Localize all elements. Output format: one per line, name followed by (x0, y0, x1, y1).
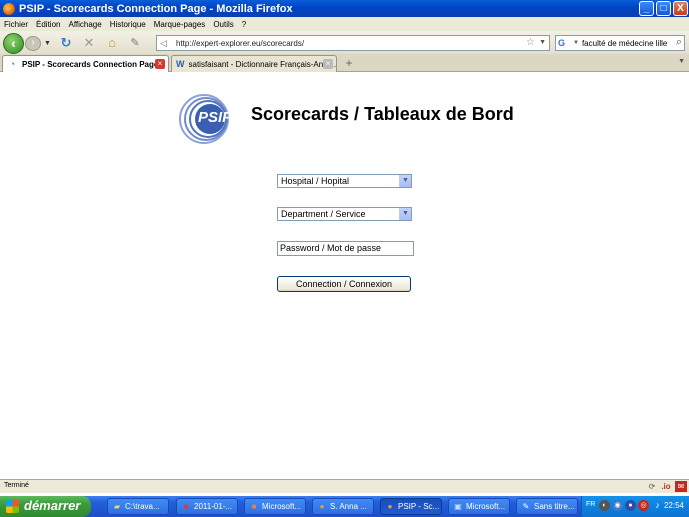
url-dropdown-icon[interactable]: ▼ (539, 39, 546, 46)
close-button[interactable]: X (673, 1, 688, 16)
menu-marque-pages[interactable]: Marque-pages (154, 20, 206, 29)
paint-icon: ✎ (522, 501, 530, 511)
firefox-icon: ● (387, 501, 393, 511)
addon-status-icon[interactable]: ✉ (675, 481, 687, 492)
taskbar-button-active[interactable]: ● PSIP - Sc... (380, 498, 442, 515)
start-button[interactable]: démarrer (0, 496, 91, 517)
back-button[interactable]: ‹ (3, 33, 24, 54)
folder-icon: ▰ (113, 501, 121, 511)
tab-label: satisfaisant - Dictionnaire Français-Ang… (188, 59, 337, 69)
taskbar-button-label[interactable]: C:\trava... (125, 499, 160, 514)
stop-icon[interactable]: ✕ (81, 35, 97, 51)
connection-button[interactable]: Connection / Connexion (277, 276, 411, 292)
taskbar-button-label[interactable]: S. Anna ... (330, 499, 367, 514)
search-engine-icon[interactable]: G (558, 37, 570, 49)
maximize-button[interactable]: □ (656, 1, 671, 16)
taskbar-button[interactable]: ✎ Sans titre... (516, 498, 578, 515)
search-bar[interactable]: G ▼ faculté de médecine lille ⌕ (555, 35, 685, 51)
firefox-icon: ● (319, 501, 325, 511)
url-text[interactable]: http://expert-explorer.eu/scorecards/ (176, 39, 304, 48)
password-field[interactable]: Password / Mot de passe (277, 241, 414, 256)
menu-historique[interactable]: Historique (110, 20, 146, 29)
forward-button[interactable]: › (25, 36, 41, 51)
status-text: Terminé (4, 482, 29, 489)
taskbar-button-label[interactable]: PSIP - Sc... (398, 499, 439, 514)
bookmark-star-icon[interactable]: ☆ (526, 37, 535, 48)
page-title: Scorecards / Tableaux de Bord (251, 104, 514, 124)
logo-text: PSIP (198, 109, 233, 126)
clock: 22:54 (663, 501, 684, 510)
reload-icon[interactable]: ↻ (58, 35, 74, 51)
chevron-down-icon[interactable]: ▼ (399, 208, 411, 220)
tray-icon[interactable]: ◎ (638, 500, 649, 511)
page-identity-icon[interactable]: ◁ (160, 38, 172, 48)
taskbar-button-label[interactable]: Microsoft... (466, 499, 505, 514)
tab-label: PSIP - Scorecards Connection Page (22, 59, 159, 69)
status-bar: Terminé ⟳ .io ✉ (0, 479, 689, 493)
tab-list-icon[interactable]: ▼ (678, 58, 685, 65)
tray-icon[interactable]: ◐ (599, 500, 610, 511)
menu-bar: Fichier Édition Affichage Historique Mar… (0, 17, 689, 31)
hospital-select[interactable]: Hospital / Hopital ▼ (277, 174, 412, 188)
addon-icon[interactable]: ✎ (127, 35, 143, 51)
tab-favicon-icon: ◔ (9, 58, 16, 69)
taskbar-button[interactable]: ● S. Anna ... (312, 498, 374, 515)
tab-bar: ◔ PSIP - Scorecards Connection Page × W … (0, 54, 689, 72)
window-titlebar: PSIP - Scorecards Connection Page - Mozi… (0, 0, 689, 17)
tab-close-icon[interactable]: × (323, 59, 333, 69)
chevron-down-icon[interactable]: ▼ (399, 175, 411, 187)
menu-edition[interactable]: Édition (36, 20, 60, 29)
taskbar-button[interactable]: ▣ Microsoft... (448, 498, 510, 515)
app-icon: ▣ (454, 501, 462, 511)
taskbar-button[interactable]: ▰ C:\trava... (107, 498, 169, 515)
pdf-icon: ■ (183, 501, 189, 511)
taskbar-button-label[interactable]: 2011-01-... (194, 499, 232, 514)
volume-icon[interactable]: ♪ (652, 500, 663, 511)
tab-psip[interactable]: ◔ PSIP - Scorecards Connection Page × (2, 55, 169, 72)
language-indicator[interactable]: FR (586, 501, 595, 508)
windows-taskbar: démarrer ▰ C:\trava... ■ 2011-01-... ■ M… (0, 496, 689, 517)
taskbar-button[interactable]: ■ 2011-01-... (176, 498, 238, 515)
addon-status-icon[interactable]: ⟳ (646, 481, 658, 492)
wordreference-icon: W (176, 58, 185, 69)
home-icon[interactable]: ⌂ (104, 35, 120, 51)
tray-icon[interactable]: ◉ (612, 500, 623, 511)
history-dropdown-icon[interactable]: ▼ (44, 40, 51, 47)
menu-affichage[interactable]: Affichage (68, 20, 101, 29)
taskbar-button-label[interactable]: Microsoft... (262, 499, 301, 514)
navigation-toolbar: ‹ › ▼ ↻ ✕ ⌂ ✎ ◁ http://expert-explorer.e… (0, 31, 689, 54)
taskbar-button[interactable]: ■ Microsoft... (244, 498, 306, 515)
psip-logo: PSIP (176, 93, 238, 145)
firefox-icon (3, 2, 15, 15)
hospital-select-value[interactable]: Hospital / Hopital (281, 176, 349, 186)
search-icon[interactable]: ⌕ (676, 36, 682, 49)
windows-logo-icon (6, 500, 19, 513)
department-select-value[interactable]: Department / Service (281, 209, 366, 219)
start-label[interactable]: démarrer (24, 498, 80, 513)
menu-help[interactable]: ? (242, 20, 246, 29)
menu-fichier[interactable]: Fichier (4, 20, 28, 29)
system-tray: FR ◐ ◉ ● ◎ ♪ 22:54 (581, 496, 689, 517)
tray-icon[interactable]: ● (625, 500, 636, 511)
department-select[interactable]: Department / Service ▼ (277, 207, 412, 221)
window-title: PSIP - Scorecards Connection Page - Mozi… (19, 2, 293, 15)
search-input[interactable]: faculté de médecine lille (582, 39, 667, 48)
menu-outils[interactable]: Outils (213, 20, 233, 29)
new-tab-button[interactable]: + (341, 56, 357, 71)
taskbar-button-label[interactable]: Sans titre... (534, 499, 574, 514)
ppt-icon: ■ (251, 501, 257, 511)
addon-status-icon[interactable]: .io (660, 481, 672, 492)
url-bar[interactable]: ◁ http://expert-explorer.eu/scorecards/ … (156, 35, 550, 51)
tab-dictionnaire[interactable]: W satisfaisant - Dictionnaire Français-A… (171, 55, 337, 72)
search-engine-dropdown-icon[interactable]: ▼ (573, 40, 579, 46)
tab-close-icon[interactable]: × (155, 59, 165, 69)
minimize-button[interactable]: _ (639, 1, 654, 16)
